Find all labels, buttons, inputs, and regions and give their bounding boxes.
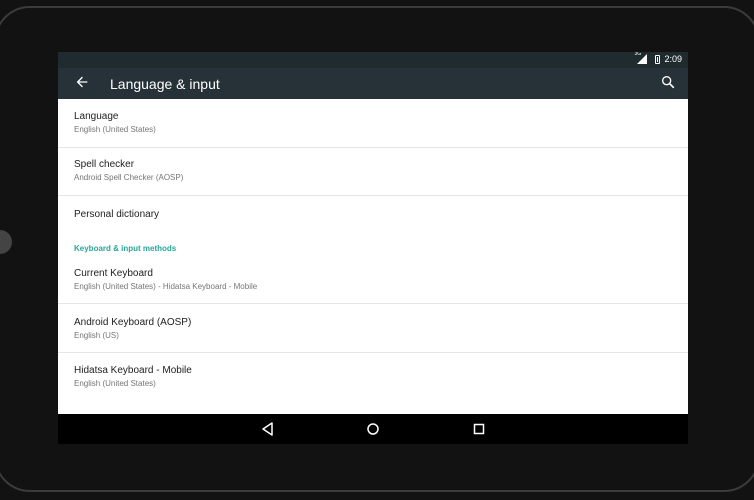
setting-subtitle: English (US) — [74, 331, 119, 340]
device-bezel: 3G 2:09 Language & input Language Englis… — [0, 0, 754, 500]
setting-android-keyboard[interactable]: Android Keyboard (AOSP) English (US) — [58, 317, 688, 340]
status-icons: 3G 2:09 — [634, 52, 682, 64]
setting-title: Spell checker — [74, 159, 135, 170]
setting-title: Hidatsa Keyboard - Mobile — [74, 365, 192, 376]
nav-home-icon[interactable] — [365, 421, 381, 437]
section-header-keyboard: Keyboard & input methods — [74, 244, 177, 253]
divider — [58, 352, 688, 353]
setting-title: Language — [74, 111, 119, 122]
setting-title: Personal dictionary — [74, 209, 160, 220]
setting-subtitle: English (United States) - Hidatsa Keyboa… — [74, 282, 258, 291]
divider — [58, 147, 688, 148]
app-bar: Language & input — [58, 68, 688, 99]
status-time: 2:09 — [664, 54, 682, 64]
page-title: Language & input — [110, 76, 220, 92]
navigation-bar — [58, 414, 688, 444]
signal-icon: 3G — [634, 52, 651, 64]
signal-label: 3G — [634, 52, 642, 57]
setting-language[interactable]: Language English (United States) — [58, 111, 688, 134]
settings-list: Language English (United States) Spell c… — [58, 99, 688, 414]
setting-subtitle: English (United States) — [74, 379, 156, 388]
setting-spell-checker[interactable]: Spell checker Android Spell Checker (AOS… — [58, 159, 688, 182]
divider — [58, 303, 688, 304]
back-arrow-icon[interactable] — [72, 74, 92, 94]
nav-recents-icon[interactable] — [471, 421, 487, 437]
setting-current-keyboard[interactable]: Current Keyboard English (United States)… — [58, 268, 688, 291]
setting-subtitle: Android Spell Checker (AOSP) — [74, 173, 184, 182]
search-icon[interactable] — [660, 74, 680, 94]
nav-back-icon[interactable] — [260, 421, 276, 437]
battery-icon — [655, 54, 661, 64]
status-bar: 3G 2:09 — [58, 52, 688, 68]
setting-title: Current Keyboard — [74, 268, 153, 279]
device-screen: 3G 2:09 Language & input Language Englis… — [58, 52, 688, 444]
divider — [58, 195, 688, 196]
setting-hidatsa-keyboard[interactable]: Hidatsa Keyboard - Mobile English (Unite… — [58, 365, 688, 388]
setting-personal-dictionary[interactable]: Personal dictionary — [58, 209, 688, 220]
setting-title: Android Keyboard (AOSP) — [74, 317, 192, 328]
setting-subtitle: English (United States) — [74, 125, 156, 134]
